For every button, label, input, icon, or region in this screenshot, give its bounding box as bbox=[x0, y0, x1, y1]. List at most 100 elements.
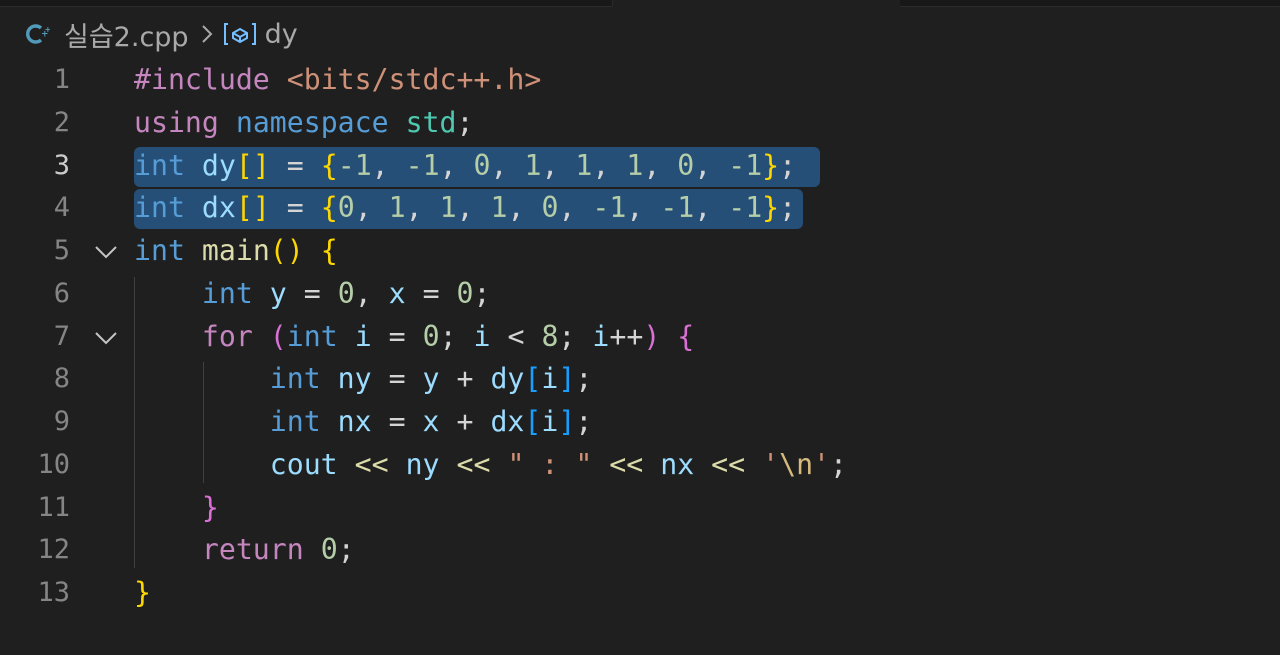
code-line[interactable]: 12 return 0; bbox=[0, 529, 1280, 572]
code-text: } bbox=[134, 572, 151, 615]
code-token: 1 bbox=[524, 148, 542, 182]
code-token: int bbox=[134, 191, 185, 225]
code-line[interactable]: 8 int ny = y + dy[i]; bbox=[0, 358, 1280, 401]
code-token: << bbox=[456, 447, 491, 481]
code-token: i bbox=[541, 405, 559, 438]
code-token: dx bbox=[490, 405, 525, 438]
line-number: 5 bbox=[53, 235, 70, 266]
code-token: ; bbox=[473, 276, 491, 310]
code-token: = bbox=[286, 276, 338, 310]
code-token: using bbox=[134, 105, 219, 139]
code-token: ; bbox=[337, 533, 355, 567]
code-token: 1 bbox=[439, 191, 457, 225]
code-token: [ bbox=[524, 362, 542, 396]
code-token: ] bbox=[558, 405, 576, 438]
code-line[interactable]: 13} bbox=[0, 572, 1280, 615]
chevron-right-icon bbox=[201, 23, 213, 45]
active-tab[interactable] bbox=[612, 0, 901, 6]
line-number: 4 bbox=[53, 192, 70, 224]
code-text: int dy[] = {-1, -1, 0, 1, 1, 1, 0, -1}; bbox=[134, 145, 796, 188]
code-token: () bbox=[269, 234, 304, 267]
code-token: 0 bbox=[337, 276, 355, 310]
code-token: i bbox=[473, 319, 491, 353]
code-line[interactable]: 9 int nx = x + dx[i]; bbox=[0, 401, 1280, 444]
code-line[interactable]: 11 } bbox=[0, 487, 1280, 530]
code-token: , bbox=[456, 191, 491, 225]
code-token: << bbox=[354, 447, 389, 481]
code-line[interactable]: 5 int main() { bbox=[0, 230, 1280, 273]
code-token: int bbox=[201, 276, 253, 310]
code-token: #include bbox=[134, 63, 270, 96]
code-token: { bbox=[320, 234, 338, 267]
breadcrumb-symbol-name[interactable]: dy bbox=[265, 19, 298, 50]
code-token: -1 bbox=[660, 191, 695, 225]
breadcrumb-file-name[interactable]: 실습2.cpp bbox=[64, 15, 189, 54]
code-token: int bbox=[134, 234, 185, 267]
tab-strip bbox=[0, 0, 1280, 7]
code-text: int main() { bbox=[134, 230, 338, 273]
line-number: 9 bbox=[53, 406, 70, 437]
code-token: , bbox=[694, 148, 729, 182]
fold-chevron-down-icon[interactable] bbox=[93, 328, 119, 348]
code-token: -1 bbox=[405, 148, 440, 182]
code-token: nx bbox=[337, 405, 372, 438]
line-number: 6 bbox=[53, 277, 70, 309]
code-token: ; bbox=[830, 447, 848, 481]
code-line[interactable]: 7 for (int i = 0; i < 8; i++) { bbox=[0, 316, 1280, 359]
code-token: 1 bbox=[388, 191, 406, 225]
code-token: x bbox=[422, 405, 440, 438]
code-token: int bbox=[269, 362, 321, 396]
code-line[interactable]: 2 using namespace std; bbox=[0, 102, 1280, 145]
code-token: i bbox=[592, 319, 610, 353]
code-token: std bbox=[405, 105, 457, 139]
code-token: -1 bbox=[728, 191, 763, 225]
code-token: , bbox=[507, 191, 542, 225]
code-token: < bbox=[490, 319, 542, 353]
code-token: [] bbox=[235, 191, 270, 225]
code-token: dx bbox=[201, 191, 236, 225]
code-token: int bbox=[286, 319, 338, 353]
code-line[interactable]: 6 int y = 0, x = 0; bbox=[0, 273, 1280, 316]
code-editor[interactable]: 1 #include <bits/stdc++.h> 2 using namespac… bbox=[0, 59, 1280, 615]
fold-chevron-down-icon[interactable] bbox=[93, 242, 119, 262]
code-token: { bbox=[320, 148, 338, 182]
variable-symbol-icon bbox=[223, 21, 257, 47]
code-token: , bbox=[643, 148, 678, 182]
code-token: i bbox=[541, 362, 559, 396]
line-number: 12 bbox=[37, 534, 70, 566]
code-token: , bbox=[439, 148, 474, 182]
code-token: = bbox=[405, 276, 457, 310]
code-token: ; bbox=[558, 319, 593, 353]
code-token: = bbox=[371, 405, 423, 438]
code-token: -1 bbox=[592, 191, 627, 225]
code-line[interactable]: 4 int dx[] = {0, 1, 1, 1, 0, -1, -1, -1}; bbox=[0, 187, 1280, 230]
code-token: [] bbox=[235, 148, 270, 182]
line-number: 13 bbox=[37, 577, 70, 608]
code-text: } bbox=[134, 487, 219, 530]
code-token: i bbox=[354, 319, 372, 353]
code-token: 0 bbox=[337, 191, 355, 225]
code-token: , bbox=[371, 148, 406, 182]
code-token: y bbox=[269, 276, 287, 310]
code-token: dy bbox=[490, 362, 525, 396]
code-token: ; bbox=[439, 319, 474, 353]
code-token: } bbox=[201, 490, 219, 524]
code-token: ; bbox=[575, 362, 593, 396]
code-line[interactable]: 3 int dy[] = {-1, -1, 0, 1, 1, 1, 0, -1}; bbox=[0, 145, 1280, 188]
code-line[interactable]: 1 #include <bits/stdc++.h> bbox=[0, 59, 1280, 102]
code-line[interactable]: 10 cout << ny << " : " << nx << '\n'; bbox=[0, 444, 1280, 487]
